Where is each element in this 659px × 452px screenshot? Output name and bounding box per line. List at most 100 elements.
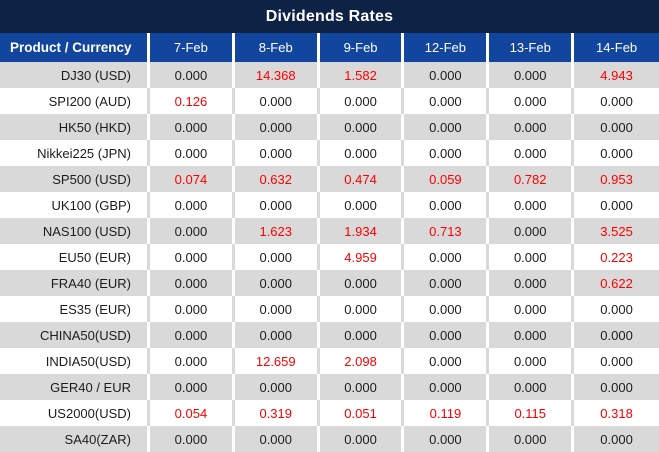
table-row: SPI200 (AUD) 0.126 0.000 0.000 0.000 0.000 0.0… (0, 88, 659, 114)
column-header-date: 8-Feb (234, 33, 320, 62)
dividend-value-cell: 0.319 (234, 400, 320, 426)
title-banner: Dividends Rates (0, 0, 659, 33)
dividend-value-cell: 1.623 (234, 218, 320, 244)
dividend-value-cell: 0.000 (574, 192, 659, 218)
dividend-value-cell: 0.000 (489, 426, 575, 452)
dividend-value-cell: 0.000 (234, 322, 320, 348)
dividend-value-cell: 0.000 (574, 322, 659, 348)
dividend-value-cell: 0.054 (150, 400, 235, 426)
table-row: CHINA50(USD) 0.000 0.000 0.000 0.000 0.000 0.0… (0, 322, 659, 348)
dividend-value-cell: 0.713 (404, 218, 490, 244)
product-cell: DJ30 (USD) (0, 62, 150, 88)
product-cell: EU50 (EUR) (0, 244, 150, 270)
dividend-value-cell: 0.782 (489, 166, 575, 192)
table-row: EU50 (EUR) 0.000 0.000 4.959 0.000 0.000 0.223 (0, 244, 659, 270)
product-cell: GER40 / EUR (0, 374, 150, 400)
dividend-value-cell: 0.632 (234, 166, 320, 192)
table-row: HK50 (HKD) 0.000 0.000 0.000 0.000 0.000 0.000 (0, 114, 659, 140)
table-row: DJ30 (USD) 0.000 14.368 1.582 0.000 0.000 4.94… (0, 62, 659, 88)
dividend-value-cell: 0.000 (404, 114, 490, 140)
dividend-value-cell: 0.000 (489, 348, 575, 374)
dividend-value-cell: 0.000 (150, 322, 235, 348)
dividend-value-cell: 0.000 (150, 374, 235, 400)
dividend-value-cell: 0.051 (319, 400, 405, 426)
dividend-value-cell: 1.934 (319, 218, 405, 244)
product-cell: SP500 (USD) (0, 166, 150, 192)
dividend-value-cell: 0.318 (574, 400, 659, 426)
dividend-value-cell: 0.074 (150, 166, 235, 192)
dividend-value-cell: 0.000 (150, 62, 235, 88)
page-title: Dividends Rates (265, 7, 394, 25)
table-row: ES35 (EUR) 0.000 0.000 0.000 0.000 0.000 0.000 (0, 296, 659, 322)
table-row: UK100 (GBP) 0.000 0.000 0.000 0.000 0.000 0.00… (0, 192, 659, 218)
dividend-value-cell: 0.119 (404, 400, 490, 426)
product-cell: INDIA50(USD) (0, 348, 150, 374)
dividend-value-cell: 0.223 (574, 244, 659, 270)
product-cell: HK50 (HKD) (0, 114, 150, 140)
dividend-value-cell: 0.000 (319, 140, 405, 166)
column-header-date: 12-Feb (404, 33, 490, 62)
dividend-value-cell: 0.000 (489, 244, 575, 270)
table-row: Nikkei225 (JPN) 0.000 0.000 0.000 0.000 0.000… (0, 140, 659, 166)
dividend-value-cell: 0.000 (489, 270, 575, 296)
dividend-value-cell: 4.943 (574, 62, 659, 88)
dividend-value-cell: 1.582 (319, 62, 405, 88)
dividend-value-cell: 0.000 (574, 374, 659, 400)
dividend-value-cell: 0.000 (319, 192, 405, 218)
dividend-value-cell: 0.000 (150, 244, 235, 270)
dividend-value-cell: 0.000 (150, 426, 235, 452)
dividend-value-cell: 0.000 (404, 270, 490, 296)
dividend-value-cell: 0.000 (489, 114, 575, 140)
dividend-value-cell: 0.000 (404, 88, 490, 114)
dividend-value-cell: 0.000 (574, 296, 659, 322)
dividend-value-cell: 0.000 (404, 296, 490, 322)
dividend-value-cell: 0.000 (489, 140, 575, 166)
dividend-value-cell: 0.000 (574, 140, 659, 166)
dividends-rates-page: Dividends Rates Product / Currency 7-Feb… (0, 0, 659, 452)
product-cell: ES35 (EUR) (0, 296, 150, 322)
dividend-value-cell: 0.000 (234, 244, 320, 270)
dividend-value-cell: 0.000 (234, 296, 320, 322)
product-cell: FRA40 (EUR) (0, 270, 150, 296)
dividend-value-cell: 0.000 (574, 88, 659, 114)
table-row: GER40 / EUR 0.000 0.000 0.000 0.000 0.000 0.00… (0, 374, 659, 400)
dividend-value-cell: 0.000 (404, 348, 490, 374)
product-cell: US2000(USD) (0, 400, 150, 426)
dividends-table-body: DJ30 (USD) 0.000 14.368 1.582 0.000 0.000 4.94… (0, 62, 659, 452)
table-row: FRA40 (EUR) 0.000 0.000 0.000 0.000 0.000 0.62… (0, 270, 659, 296)
product-cell: NAS100 (USD) (0, 218, 150, 244)
column-header-date: 13-Feb (489, 33, 575, 62)
table-row: SA40(ZAR) 0.000 0.000 0.000 0.000 0.000 0.000 (0, 426, 659, 452)
dividend-value-cell: 12.659 (234, 348, 320, 374)
table-header-row: Product / Currency 7-Feb 8-Feb 9-Feb 12-… (0, 33, 659, 62)
dividend-value-cell: 0.000 (319, 114, 405, 140)
dividend-value-cell: 0.000 (574, 426, 659, 452)
dividend-value-cell: 0.000 (234, 374, 320, 400)
product-cell: SA40(ZAR) (0, 426, 150, 452)
column-header-date: 9-Feb (319, 33, 405, 62)
dividend-value-cell: 0.000 (404, 62, 490, 88)
dividend-value-cell: 0.953 (574, 166, 659, 192)
product-cell: CHINA50(USD) (0, 322, 150, 348)
dividend-value-cell: 0.000 (234, 88, 320, 114)
dividend-value-cell: 0.000 (404, 192, 490, 218)
dividend-value-cell: 0.000 (150, 218, 235, 244)
dividend-value-cell: 14.368 (234, 62, 320, 88)
dividend-value-cell: 0.000 (234, 426, 320, 452)
dividend-value-cell: 0.000 (489, 192, 575, 218)
dividend-value-cell: 0.000 (404, 426, 490, 452)
dividend-value-cell: 4.959 (319, 244, 405, 270)
dividend-value-cell: 0.000 (234, 192, 320, 218)
dividend-value-cell: 0.000 (489, 88, 575, 114)
dividend-value-cell: 0.000 (489, 296, 575, 322)
product-cell: SPI200 (AUD) (0, 88, 150, 114)
table-row: SP500 (USD) 0.074 0.632 0.474 0.059 0.782 0.95… (0, 166, 659, 192)
dividend-value-cell: 0.000 (489, 218, 575, 244)
product-cell: Nikkei225 (JPN) (0, 140, 150, 166)
dividend-value-cell: 0.000 (319, 322, 405, 348)
dividend-value-cell: 0.000 (319, 374, 405, 400)
dividend-value-cell: 0.000 (404, 374, 490, 400)
column-header-date: 7-Feb (150, 33, 235, 62)
dividend-value-cell: 0.000 (574, 114, 659, 140)
dividend-value-cell: 0.000 (234, 114, 320, 140)
